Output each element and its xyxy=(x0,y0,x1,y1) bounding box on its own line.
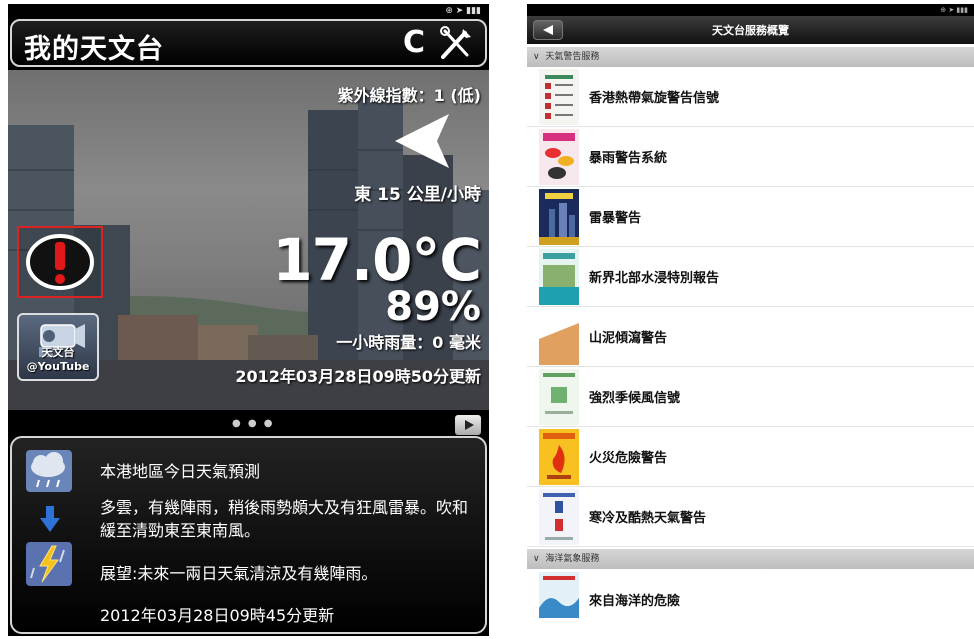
list-item[interactable]: 強烈季候風信號 xyxy=(527,367,974,427)
forecast-update-time: 2012年03月28日09時45分更新 xyxy=(100,606,335,625)
rainstorm-leaflet-icon xyxy=(539,129,579,185)
play-button[interactable] xyxy=(455,415,481,435)
tools-icon xyxy=(440,26,471,59)
ocean-hazard-leaflet-icon xyxy=(539,572,579,618)
app-header: 我的天文台 C xyxy=(10,19,487,67)
list-item[interactable]: 香港熱帶氣旋警告信號 xyxy=(527,67,974,127)
chevron-down-icon: ∨ xyxy=(533,52,540,62)
status-bar: ⊕ ➤ ▮▮▮ xyxy=(8,4,489,18)
refresh-icon: C xyxy=(402,25,426,60)
list-item[interactable]: 來自海洋的危險 xyxy=(527,570,974,618)
arrow-down-icon xyxy=(40,506,60,532)
weather-warning-button[interactable] xyxy=(17,226,103,298)
forecast-outlook: 展望:未來一兩日天氣清涼及有幾陣雨。 xyxy=(100,564,378,583)
thunderstorm-icon xyxy=(26,542,72,586)
app-title: 我的天文台 xyxy=(24,34,164,65)
youtube-label: 天文台 @YouTube xyxy=(26,346,90,373)
list-item-label: 香港熱帶氣旋警告信號 xyxy=(589,91,720,106)
chevron-down-icon: ∨ xyxy=(533,554,540,564)
observation-update-time: 2012年03月28日09時50分更新 xyxy=(235,367,481,386)
list-item[interactable]: 寒冷及酷熱天氣警告 xyxy=(527,487,974,547)
list-item-label: 新界北部水浸特別報告 xyxy=(589,271,720,286)
forecast-panel[interactable]: 本港地區今日天氣預測 多雲，有幾陣雨，稍後雨勢頗大及有狂風雷暴。吹和緩至清勁東至… xyxy=(10,436,487,634)
humidity-reading: 89% xyxy=(385,284,481,330)
list-item[interactable]: 火災危險警告 xyxy=(527,427,974,487)
pager-bar: ● ● ● xyxy=(8,410,489,438)
list-item-label: 強烈季候風信號 xyxy=(589,391,681,406)
list-item-label: 寒冷及酷熱天氣警告 xyxy=(589,511,707,526)
page-indicator[interactable]: ● ● ● xyxy=(232,418,275,429)
tropical-cyclone-leaflet-icon xyxy=(539,69,579,125)
forecast-title: 本港地區今日天氣預測 xyxy=(100,462,261,481)
list-item-label: 火災危險警告 xyxy=(589,451,668,466)
fire-danger-leaflet-icon xyxy=(539,429,579,485)
rainfall-reading: 一小時雨量：0 毫米 xyxy=(336,333,481,352)
uv-index: 紫外線指數：1 (低) xyxy=(337,86,481,105)
my-observatory-screen: ⊕ ➤ ▮▮▮ 我的天文台 C 紫外線指數：1 (低) 東 15 公里/小時 1… xyxy=(8,4,489,636)
wind-reading: 東 15 公里/小時 xyxy=(354,185,481,205)
youtube-channel-button[interactable]: 天文台 @YouTube xyxy=(17,313,99,381)
list-item[interactable]: 雷暴警告 xyxy=(527,187,974,247)
wind-direction-icon xyxy=(395,114,449,168)
service-overview-screen: ⊕ ➤ ▮▮▮ 天文台服務概覽 ∨ 天氣警告服務 香港熱帶氣旋警告信號 暴雨警告… xyxy=(527,4,974,618)
section-header-marine-services[interactable]: ∨ 海洋氣象服務 xyxy=(527,549,974,569)
warning-icon xyxy=(26,234,94,290)
rain-cloud-icon xyxy=(26,450,72,492)
section-header-weather-warnings[interactable]: ∨ 天氣警告服務 xyxy=(527,47,974,67)
list-item-label: 山泥傾瀉警告 xyxy=(589,331,668,346)
list-item-label: 雷暴警告 xyxy=(589,211,642,226)
list-item[interactable]: 山泥傾瀉警告 xyxy=(527,307,974,367)
forecast-description: 多雲，有幾陣雨，稍後雨勢頗大及有狂風雷暴。吹和緩至清勁東至東南風。 xyxy=(100,498,469,540)
list-item[interactable]: 新界北部水浸特別報告 xyxy=(527,247,974,307)
list-item[interactable]: 暴雨警告系統 xyxy=(527,127,974,187)
landslip-leaflet-icon xyxy=(539,309,579,365)
list-item-label: 來自海洋的危險 xyxy=(589,594,681,609)
list-item-label: 暴雨警告系統 xyxy=(589,151,668,166)
settings-button[interactable] xyxy=(437,25,475,61)
refresh-button[interactable]: C xyxy=(397,25,431,61)
monsoon-signal-leaflet-icon xyxy=(539,369,579,425)
cold-hot-weather-leaflet-icon xyxy=(539,489,579,545)
flooding-report-leaflet-icon xyxy=(539,249,579,305)
nav-bar: 天文台服務概覽 xyxy=(527,16,974,44)
section-title: 海洋氣象服務 xyxy=(545,554,600,564)
status-icons: ⊕ ➤ ▮▮▮ xyxy=(445,6,481,16)
section-title: 天氣警告服務 xyxy=(545,52,600,62)
thunderstorm-leaflet-icon xyxy=(539,189,579,245)
status-bar: ⊕ ➤ ▮▮▮ xyxy=(527,4,974,16)
nav-title: 天文台服務概覽 xyxy=(712,24,789,37)
